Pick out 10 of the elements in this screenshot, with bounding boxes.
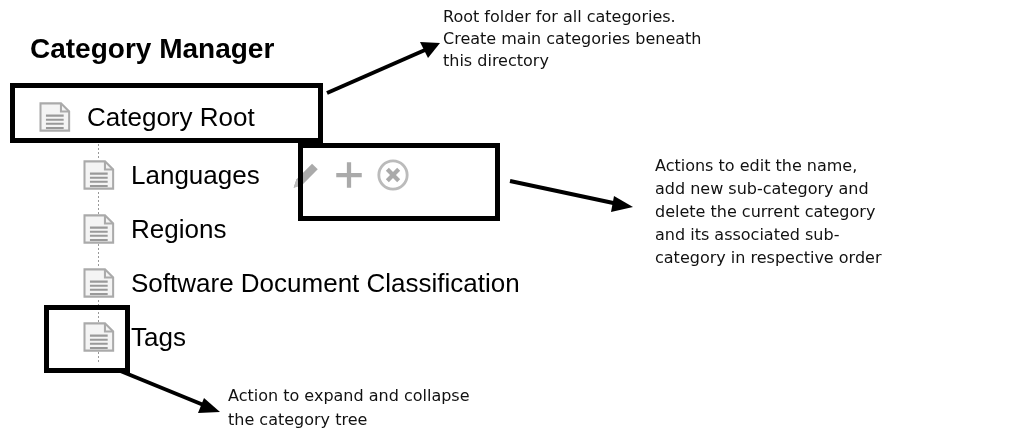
document-icon xyxy=(82,268,117,298)
document-icon xyxy=(82,214,117,244)
delete-icon[interactable] xyxy=(375,158,410,192)
document-icon xyxy=(82,322,117,352)
document-icon xyxy=(38,102,73,132)
callout-text: Action to expand and collapse the category tree xyxy=(228,385,470,431)
callout-text: Actions to edit the name, add new sub-category and delete the current category and its associated sub- category in respective order xyxy=(655,155,882,269)
document-icon xyxy=(82,160,117,190)
page-title: Category Manager xyxy=(29,32,275,66)
callout-text: Root folder for all categories. Create main categories beneath this directory xyxy=(443,6,702,72)
